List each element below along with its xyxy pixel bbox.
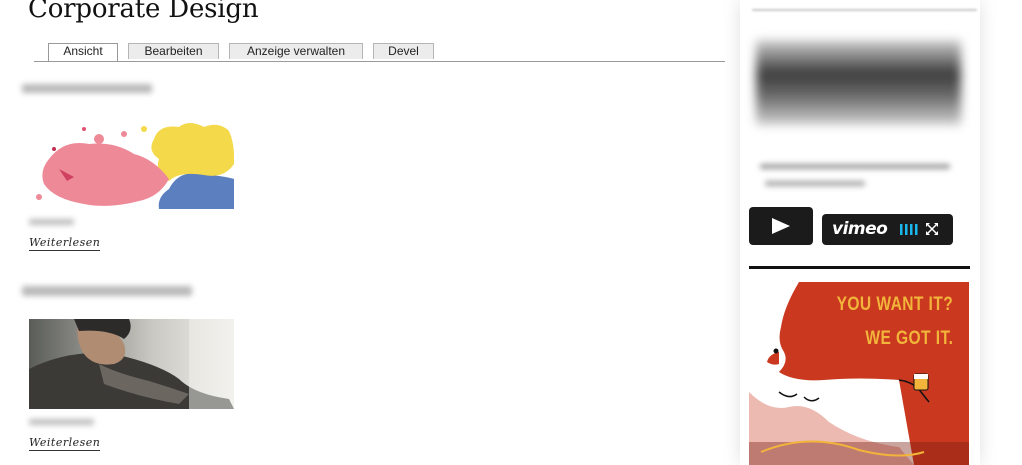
page-title: Corporate Design <box>28 0 259 24</box>
ad-headline-line2: WE GOT IT. <box>864 328 953 349</box>
sidebar-image-blurred <box>756 40 961 125</box>
play-icon <box>772 218 790 234</box>
ad-banner[interactable]: YOU WANT IT? WE GOT IT. <box>749 282 969 465</box>
read-more-link[interactable]: Weiterlesen <box>29 436 101 451</box>
tab-bar: Ansicht Bearbeiten Anzeige verwalten Dev… <box>34 43 725 62</box>
teaser-title-blurred <box>22 286 192 296</box>
read-more-link[interactable]: Weiterlesen <box>29 236 101 251</box>
sidebar-caption-blurred <box>760 164 950 169</box>
sidebar-divider <box>749 266 970 269</box>
man-portrait-image[interactable] <box>29 319 234 409</box>
tab-ansicht[interactable]: Ansicht <box>48 43 118 61</box>
teaser-title-blurred <box>22 84 152 93</box>
sidebar-caption-blurred <box>765 181 865 186</box>
tab-devel[interactable]: Devel <box>373 43 434 59</box>
teaser-meta-blurred <box>29 419 94 425</box>
play-button[interactable] <box>749 207 813 245</box>
sidebar-top-line <box>752 9 977 11</box>
paint-splash-image[interactable] <box>29 119 234 209</box>
volume-bars-icon[interactable] <box>900 224 918 235</box>
tab-anzeige-verwalten[interactable]: Anzeige verwalten <box>229 43 363 59</box>
vimeo-logo[interactable]: vimeo <box>832 219 888 239</box>
ad-headline-line1: YOU WANT IT? <box>836 294 953 315</box>
video-controls: vimeo <box>822 214 953 245</box>
teaser-meta-blurred <box>29 219 74 225</box>
tab-bearbeiten[interactable]: Bearbeiten <box>128 43 219 59</box>
fullscreen-icon[interactable] <box>926 223 938 235</box>
